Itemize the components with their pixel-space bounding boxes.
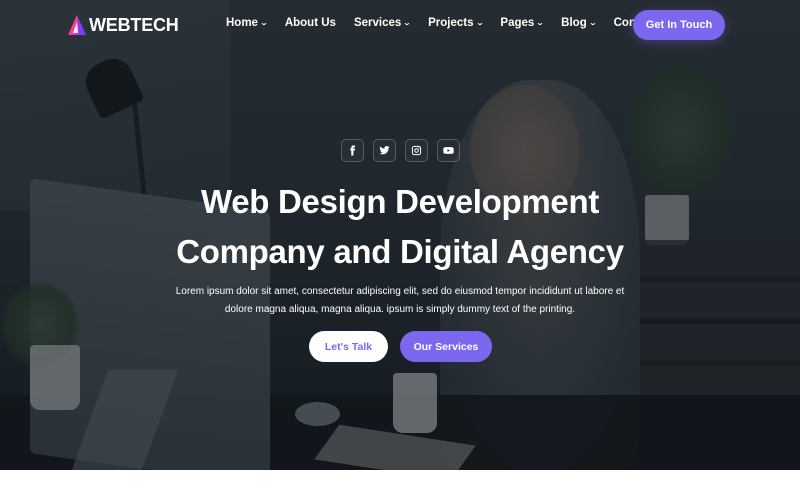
hero-title: Web Design Development Company and Digit… <box>0 177 800 277</box>
nav-label: Home <box>226 17 258 29</box>
social-links <box>341 139 469 162</box>
chevron-down-icon: ⌄ <box>588 20 597 27</box>
facebook-icon <box>350 145 356 156</box>
lets-talk-button[interactable]: Let's Talk <box>309 331 388 362</box>
chevron-down-icon: ⌄ <box>403 20 412 27</box>
twitter-icon <box>379 146 390 155</box>
instagram-icon <box>411 145 422 156</box>
nav-label: Pages <box>500 17 535 29</box>
facebook-link[interactable] <box>341 139 364 162</box>
twitter-link[interactable] <box>373 139 396 162</box>
get-in-touch-button[interactable]: Get In Touch <box>633 10 725 40</box>
logo[interactable]: WEBTECH <box>66 14 179 36</box>
instagram-link[interactable] <box>405 139 428 162</box>
triangle-logo-icon <box>68 15 86 35</box>
main-nav: Home ⌄ About Us Services ⌄ Projects ⌄ Pa… <box>226 17 674 29</box>
site-header: WEBTECH Home ⌄ About Us Services ⌄ Proje… <box>0 0 800 50</box>
nav-label: Projects <box>428 17 474 29</box>
next-section <box>0 470 800 500</box>
hero-description-line-1: Lorem ipsum dolor sit amet, consectetur … <box>175 286 625 297</box>
nav-item-services[interactable]: Services ⌄ <box>353 17 412 29</box>
hero-description-line-2: dolore magna aliqua, magna aliqua. ipsum… <box>224 304 576 315</box>
nav-item-projects[interactable]: Projects ⌄ <box>428 17 484 29</box>
our-services-button[interactable]: Our Services <box>400 331 492 362</box>
nav-item-home[interactable]: Home ⌄ <box>226 17 269 29</box>
nav-item-about-us[interactable]: About Us <box>285 17 336 29</box>
chevron-down-icon: ⌄ <box>259 20 269 27</box>
nav-item-pages[interactable]: Pages ⌄ <box>500 17 545 29</box>
youtube-link[interactable] <box>437 139 460 162</box>
chevron-down-icon: ⌄ <box>536 20 545 27</box>
chevron-down-icon: ⌄ <box>475 20 484 27</box>
nav-item-blog[interactable]: Blog ⌄ <box>561 17 597 29</box>
brand-name: WEBTECH <box>89 14 179 35</box>
nav-label: Blog <box>561 17 587 29</box>
hero-title-line-2: Company and Digital Agency <box>176 233 624 270</box>
youtube-icon <box>443 147 454 154</box>
hero-title-line-1: Web Design Development <box>200 183 600 220</box>
nav-label: Services <box>353 17 402 29</box>
hero-buttons: Let's Talk Our Services <box>309 331 492 362</box>
hero-description: Lorem ipsum dolor sit amet, consectetur … <box>170 283 630 319</box>
nav-label: About Us <box>284 17 336 29</box>
